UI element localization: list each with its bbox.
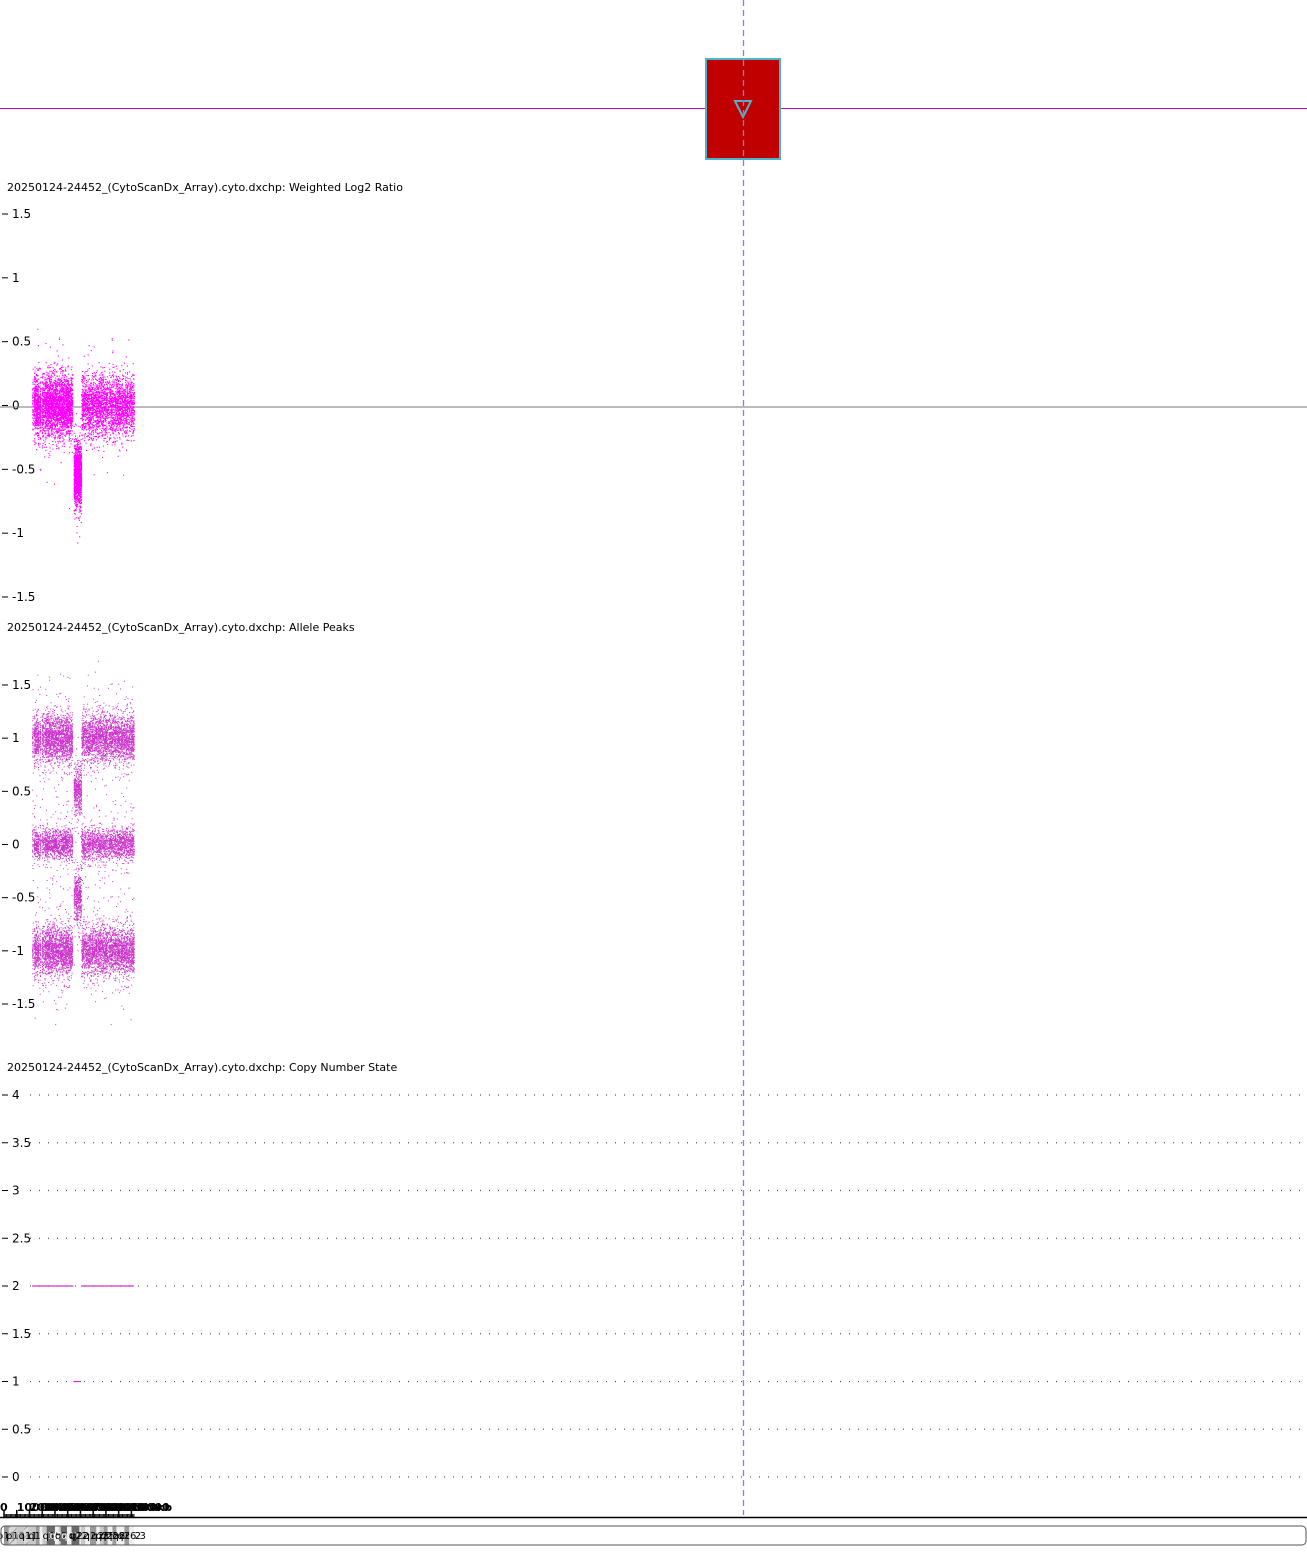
log2-tick-label: 1 xyxy=(12,271,20,285)
allele-tick-label: 0.5 xyxy=(12,784,31,798)
cn-series xyxy=(32,1285,134,1383)
allele-tick-label: -1 xyxy=(12,944,24,958)
cn-tick-label: 0.5 xyxy=(12,1422,31,1436)
genome-browser-view: 20250124-24452_(CytoScanDx_Array).cyto.d… xyxy=(0,0,1307,1557)
allele-tick-label: 1 xyxy=(12,731,20,745)
allele-tick-label: -1.5 xyxy=(12,997,35,1011)
allele-y-axis: 1.5 1 0.5 0 -0.5 -1 -1.5 xyxy=(2,678,35,1011)
x-tick-label: 10000 xyxy=(131,1501,170,1514)
cn-y-axis: 4 3.5 3 2.5 2 1.5 1 0.5 0 xyxy=(2,1088,1307,1484)
allele-tick-label: 0 xyxy=(12,838,20,852)
allele-points xyxy=(32,660,135,1026)
x-tick-label: 0 xyxy=(0,1501,8,1514)
cn-tick-label: 0 xyxy=(12,1470,20,1484)
segment-track xyxy=(0,58,1307,160)
cn-tick-label: 1.5 xyxy=(12,1327,31,1341)
log2-ratio-track[interactable]: 1.5 1 0.5 0 -0.5 -1 -1.5 xyxy=(0,207,1307,604)
allele-track-title: 20250124-24452_(CytoScanDx_Array).cyto.d… xyxy=(7,621,355,634)
allele-tick-label: 1.5 xyxy=(12,678,31,692)
cn-tick-label: 3.5 xyxy=(12,1136,31,1150)
log2-tick-label: 1.5 xyxy=(12,207,31,221)
log2-tick-label: -1 xyxy=(12,526,24,540)
ideogram-band-label: q26.3 xyxy=(117,1531,146,1542)
x-axis: 0 10000kb20000kb30000kb40000kb50000kb6000… xyxy=(0,1501,1307,1519)
cn-track-title: 20250124-24452_(CytoScanDx_Array).cyto.d… xyxy=(7,1061,397,1074)
log2-tick-label: -1.5 xyxy=(12,590,35,604)
log2-points xyxy=(32,328,135,544)
cn-tick-label: 1 xyxy=(12,1375,20,1389)
allele-tick-label: -0.5 xyxy=(12,891,35,905)
allele-series xyxy=(32,660,135,1026)
cn-tick-label: 2.5 xyxy=(12,1231,31,1245)
log2-y-axis: 1.5 1 0.5 0 -0.5 -1 -1.5 xyxy=(2,207,35,604)
log2-track-title: 20250124-24452_(CytoScanDx_Array).cyto.d… xyxy=(7,181,403,194)
log2-series xyxy=(32,328,135,544)
cn-tick-label: 3 xyxy=(12,1184,20,1198)
cn-tick-label: 4 xyxy=(12,1088,20,1102)
chromosome-ideogram[interactable]: p13p12p11.2p11.1q11.2q12q14q15.1q21.1q21… xyxy=(0,1525,1307,1546)
log2-tick-label: 0 xyxy=(12,399,20,413)
genome-plot[interactable]: 20250124-24452_(CytoScanDx_Array).cyto.d… xyxy=(0,0,1307,1557)
allele-peaks-track[interactable]: 1.5 1 0.5 0 -0.5 -1 -1.5 xyxy=(2,660,135,1026)
cn-tick-label: 2 xyxy=(12,1279,20,1293)
copy-number-track[interactable]: 4 3.5 3 2.5 2 1.5 1 0.5 0 xyxy=(2,1088,1307,1484)
ideogram-outline xyxy=(0,1525,1307,1546)
log2-tick-label: 0.5 xyxy=(12,335,31,349)
log2-tick-label: -0.5 xyxy=(12,462,35,476)
